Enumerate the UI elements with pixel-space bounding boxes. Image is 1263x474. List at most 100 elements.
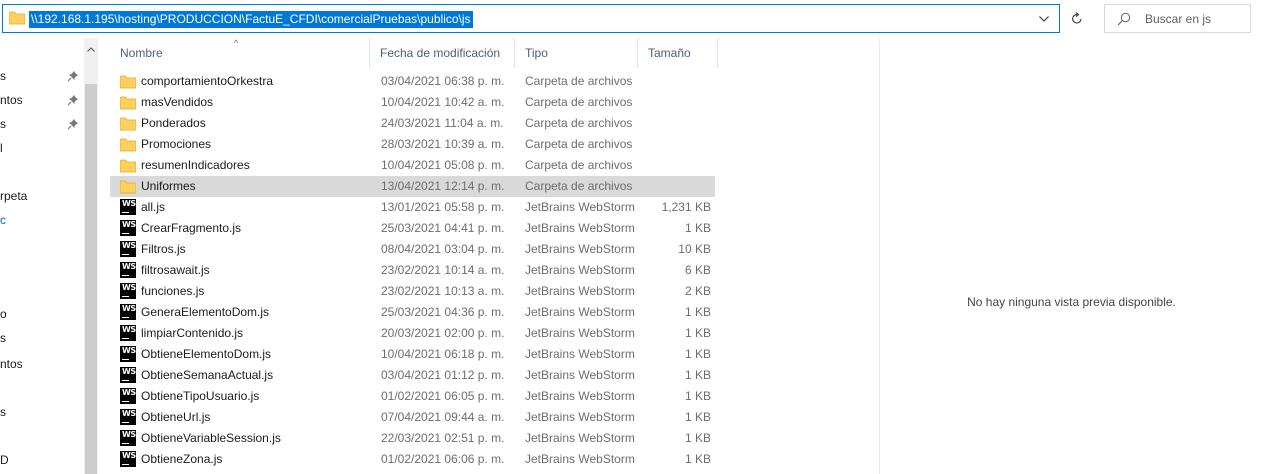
file-row[interactable]: WS funciones.js 23/02/2021 10:13 a. m. JetB… bbox=[110, 281, 715, 302]
file-size: 1 KB bbox=[684, 347, 711, 361]
chevron-down-icon[interactable] bbox=[1029, 5, 1059, 32]
file-type: Carpeta de archivos bbox=[525, 158, 633, 172]
file-row[interactable]: WS ObtieneSemanaActual.js 03/04/2021 01:12… bbox=[110, 365, 715, 386]
file-name: masVendidos bbox=[141, 95, 214, 109]
nav-item-label[interactable]: l bbox=[0, 141, 3, 155]
preview-divider bbox=[879, 38, 880, 474]
nav-item-label[interactable]: o bbox=[0, 307, 7, 321]
file-row[interactable]: masVendidos 10/04/2021 10:42 a. m. Carpeta… bbox=[110, 92, 715, 113]
file-row[interactable]: WS ObtieneZona.js 01/02/2021 06:06 p. m. Je… bbox=[110, 449, 715, 470]
file-size: 1 KB bbox=[684, 368, 711, 382]
file-size: 1 KB bbox=[684, 452, 711, 466]
folder-icon bbox=[120, 73, 136, 89]
webstorm-file-icon: WS bbox=[120, 304, 136, 320]
pin-icon[interactable] bbox=[67, 118, 79, 130]
scroll-up-icon[interactable] bbox=[84, 42, 98, 56]
file-name: ObtieneElementoDom.js bbox=[141, 347, 272, 361]
column-header-size[interactable]: Tamaño bbox=[638, 38, 718, 68]
file-name: GeneraElementoDom.js bbox=[141, 305, 270, 319]
file-date-modified: 25/03/2021 04:36 p. m. bbox=[381, 305, 505, 319]
file-type: JetBrains WebStorm bbox=[525, 200, 635, 214]
file-name: resumenIndicadores bbox=[141, 158, 250, 172]
nav-item-label[interactable]: ntos bbox=[0, 357, 23, 371]
file-name: ObtieneZona.js bbox=[141, 452, 223, 466]
pin-icon[interactable] bbox=[67, 70, 79, 82]
webstorm-file-icon: WS bbox=[120, 220, 136, 236]
nav-scrollbar[interactable] bbox=[84, 38, 98, 474]
toolbar: \\192.168.1.195\hosting\PRODUCCION\Factu… bbox=[0, 0, 1263, 38]
file-date-modified: 22/03/2021 02:51 p. m. bbox=[381, 431, 505, 445]
nav-item-label[interactable]: s bbox=[0, 117, 6, 131]
webstorm-file-icon: WS bbox=[120, 430, 136, 446]
folder-icon bbox=[120, 136, 136, 152]
nav-item-label[interactable]: s bbox=[0, 331, 6, 345]
nav-item-label[interactable]: s bbox=[0, 405, 6, 419]
file-row[interactable]: Uniformes 13/04/2021 12:14 p. m. Carpeta d… bbox=[110, 176, 715, 197]
file-date-modified: 28/03/2021 10:39 a. m. bbox=[381, 137, 505, 151]
file-name: ObtieneSemanaActual.js bbox=[141, 368, 274, 382]
file-date-modified: 13/01/2021 05:58 p. m. bbox=[381, 200, 505, 214]
file-type: JetBrains WebStorm bbox=[525, 431, 635, 445]
file-row[interactable]: WS CrearFragmento.js 25/03/2021 04:41 p. m… bbox=[110, 218, 715, 239]
file-row[interactable]: resumenIndicadores 10/04/2021 05:08 p. m.… bbox=[110, 155, 715, 176]
file-name: all.js bbox=[141, 200, 166, 214]
pin-icon[interactable] bbox=[67, 94, 79, 106]
file-size: 1 KB bbox=[684, 389, 711, 403]
file-date-modified: 10/04/2021 05:08 p. m. bbox=[381, 158, 505, 172]
nav-item-label[interactable]: s bbox=[0, 69, 6, 83]
refresh-button[interactable] bbox=[1062, 4, 1092, 33]
file-date-modified: 10/04/2021 06:18 p. m. bbox=[381, 347, 505, 361]
file-name: ObtieneTipoUsuario.js bbox=[141, 389, 260, 403]
file-name: ObtieneVariableSession.js bbox=[141, 431, 281, 445]
file-type: JetBrains WebStorm bbox=[525, 410, 635, 424]
address-path[interactable]: \\192.168.1.195\hosting\PRODUCCION\Factu… bbox=[29, 11, 473, 28]
file-type: JetBrains WebStorm bbox=[525, 263, 635, 277]
search-box[interactable]: Buscar en js bbox=[1104, 4, 1251, 33]
webstorm-file-icon: WS bbox=[120, 409, 136, 425]
file-row[interactable]: Ponderados 24/03/2021 11:04 a. m. Carpeta … bbox=[110, 113, 715, 134]
nav-item-label[interactable]: c bbox=[0, 213, 6, 227]
file-row[interactable]: Promociones 28/03/2021 10:39 a. m. Carpeta… bbox=[110, 134, 715, 155]
file-row[interactable]: comportamientoOrkestra 03/04/2021 06:38 p… bbox=[110, 71, 715, 92]
file-row[interactable]: WS GeneraElementoDom.js 25/03/2021 04:36 p… bbox=[110, 302, 715, 323]
webstorm-file-icon: WS bbox=[120, 346, 136, 362]
file-size: 1 KB bbox=[684, 410, 711, 424]
file-type: JetBrains WebStorm bbox=[525, 326, 635, 340]
file-row[interactable]: WS ObtieneElementoDom.js 10/04/2021 06:18 … bbox=[110, 344, 715, 365]
file-date-modified: 01/02/2021 06:06 p. m. bbox=[381, 452, 505, 466]
file-date-modified: 23/02/2021 10:14 a. m. bbox=[381, 263, 505, 277]
file-name: Filtros.js bbox=[141, 242, 186, 256]
file-row[interactable]: WS ObtieneTipoUsuario.js 01/02/2021 06:05 … bbox=[110, 386, 715, 407]
scroll-thumb[interactable] bbox=[85, 84, 97, 474]
file-row[interactable]: WS all.js 13/01/2021 05:58 p. m. JetBrains … bbox=[110, 197, 715, 218]
webstorm-file-icon: WS bbox=[120, 283, 136, 299]
webstorm-file-icon: WS bbox=[120, 199, 136, 215]
file-row[interactable]: WS ObtieneUrl.js 07/04/2021 09:44 a. m. Jet… bbox=[110, 407, 715, 428]
search-placeholder[interactable]: Buscar en js bbox=[1145, 12, 1211, 26]
file-row[interactable]: WS ObtieneVariableSession.js 22/03/2021 02… bbox=[110, 428, 715, 449]
file-date-modified: 20/03/2021 02:00 p. m. bbox=[381, 326, 505, 340]
column-header-type[interactable]: Tipo bbox=[515, 38, 638, 68]
file-type: Carpeta de archivos bbox=[525, 116, 633, 130]
nav-item-label[interactable]: D bbox=[0, 453, 9, 467]
file-name: comportamientoOrkestra bbox=[141, 74, 274, 88]
file-name: Ponderados bbox=[141, 116, 206, 130]
file-date-modified: 13/04/2021 12:14 p. m. bbox=[381, 179, 505, 193]
file-row[interactable]: WS filtrosawait.js 23/02/2021 10:14 a. m. J… bbox=[110, 260, 715, 281]
column-header-date[interactable]: Fecha de modificación bbox=[370, 38, 515, 68]
file-size: 1,231 KB bbox=[661, 200, 711, 214]
file-type: Carpeta de archivos bbox=[525, 95, 633, 109]
nav-item-label[interactable]: rpeta bbox=[0, 189, 27, 203]
file-type: Carpeta de archivos bbox=[525, 179, 633, 193]
column-header-name[interactable]: Nombre bbox=[110, 38, 370, 68]
file-name: CrearFragmento.js bbox=[141, 221, 242, 235]
address-bar[interactable]: \\192.168.1.195\hosting\PRODUCCION\Factu… bbox=[2, 4, 1060, 33]
folder-icon bbox=[120, 115, 136, 131]
file-type: JetBrains WebStorm bbox=[525, 221, 635, 235]
nav-item-label[interactable]: ntos bbox=[0, 93, 23, 107]
column-headers: ^ Nombre Fecha de modificación Tipo Tama… bbox=[110, 38, 720, 68]
file-row[interactable]: WS Filtros.js 08/04/2021 03:04 p. m. JetBra… bbox=[110, 239, 715, 260]
file-name: Uniformes bbox=[141, 179, 196, 193]
file-row[interactable]: WS limpiarContenido.js 20/03/2021 02:00 p.… bbox=[110, 323, 715, 344]
refresh-icon bbox=[1072, 12, 1082, 24]
